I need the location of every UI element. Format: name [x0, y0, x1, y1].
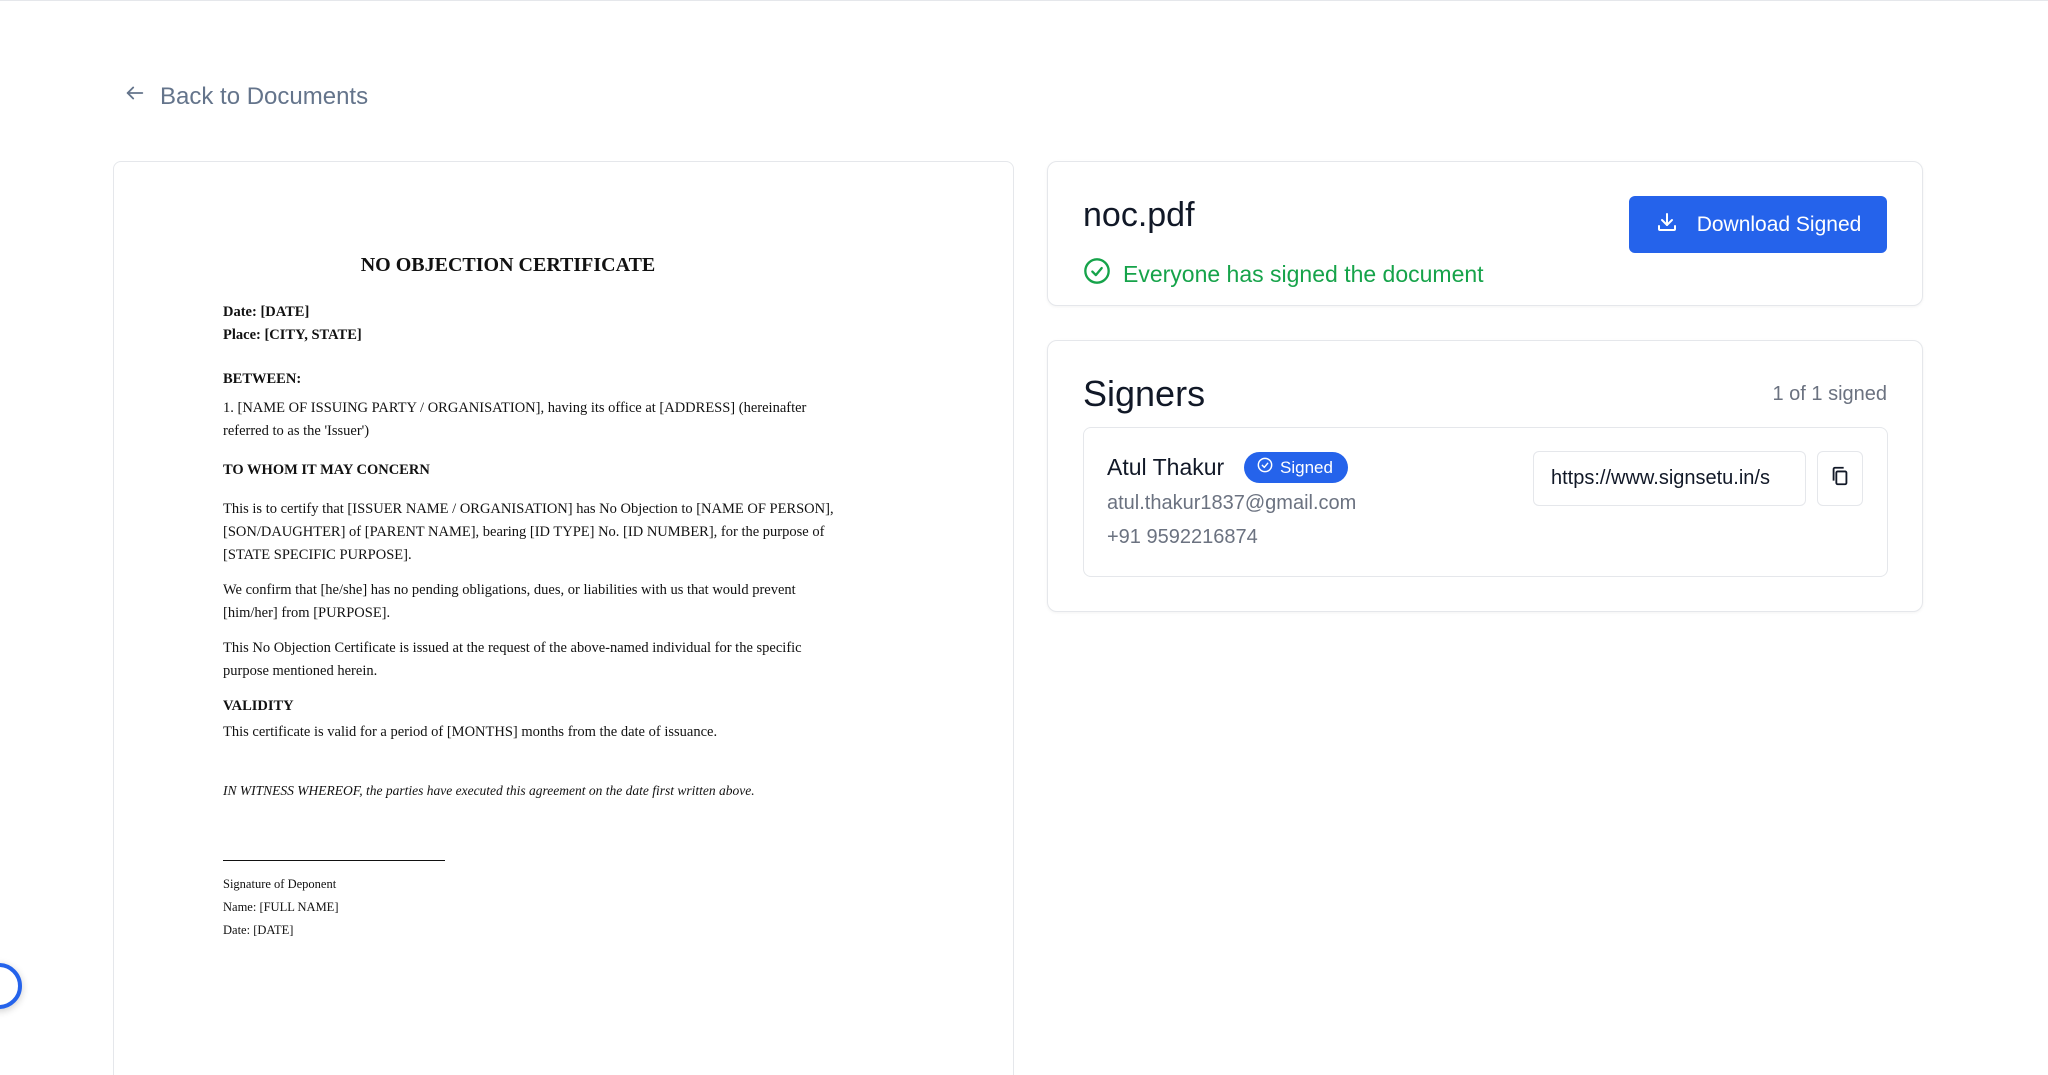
signer-email: atul.thakur1837@gmail.com	[1107, 492, 1357, 514]
doc-witness-text: IN WITNESS WHEREOF, the parties have exe…	[223, 783, 755, 798]
signature-line	[223, 860, 445, 861]
download-icon	[1655, 210, 1679, 240]
signing-link-input[interactable]	[1533, 451, 1806, 506]
document-info-card: noc.pdf Everyone has signed the document…	[1047, 161, 1923, 306]
doc-party-line: referred to as the 'Issuer')	[223, 423, 370, 439]
document-title: NO OBJECTION CERTIFICATE	[360, 254, 656, 276]
doc-paragraph-line: This is to certify that [ISSUER NAME / O…	[223, 501, 834, 517]
floating-widget-button[interactable]	[0, 963, 22, 1009]
check-circle-icon	[1083, 257, 1111, 291]
top-divider	[0, 0, 2048, 1]
doc-date-line: Date: [DATE]	[223, 304, 310, 320]
status-text: Everyone has signed the document	[1123, 260, 1484, 287]
doc-paragraph-line: We confirm that [he/she] has no pending …	[223, 582, 796, 598]
copy-icon	[1829, 465, 1851, 492]
doc-paragraph-line: [SON/DAUGHTER] of [PARENT NAME], bearing…	[223, 524, 825, 540]
doc-signature-name: Name: [FULL NAME]	[223, 900, 339, 914]
doc-between-heading: BETWEEN:	[223, 371, 302, 387]
doc-party-line: 1. [NAME OF ISSUING PARTY / ORGANISATION…	[223, 400, 807, 416]
back-to-documents-link[interactable]: Back to Documents	[124, 82, 368, 111]
doc-signature-date: Date: [DATE]	[223, 923, 294, 937]
signed-count: 1 of 1 signed	[1772, 383, 1887, 405]
document-preview[interactable]: NO OBJECTION CERTIFICATE Date: [DATE] Pl…	[113, 161, 1014, 1075]
doc-paragraph-line: [STATE SPECIFIC PURPOSE].	[223, 547, 412, 563]
doc-validity-text: This certificate is valid for a period o…	[223, 724, 718, 740]
doc-signature-label: Signature of Deponent	[223, 877, 337, 891]
signers-title: Signers	[1083, 373, 1206, 414]
back-link-label: Back to Documents	[160, 82, 369, 110]
badge-label: Signed	[1280, 457, 1333, 477]
signers-card: Signers 1 of 1 signed Atul Thakur Signed…	[1047, 340, 1923, 612]
signing-status: Everyone has signed the document	[1083, 257, 1484, 291]
doc-validity-heading: VALIDITY	[223, 698, 294, 714]
status-badge: Signed	[1244, 452, 1348, 483]
check-circle-icon	[1257, 457, 1273, 478]
arrow-left-icon	[124, 82, 146, 111]
signer-name: Atul Thakur	[1107, 454, 1225, 480]
download-button-label: Download Signed	[1696, 212, 1862, 236]
signer-phone: +91 9592216874	[1107, 526, 1258, 548]
doc-paragraph-line: purpose mentioned herein.	[223, 663, 378, 679]
doc-concern-heading: TO WHOM IT MAY CONCERN	[223, 462, 430, 478]
doc-paragraph-line: This No Objection Certificate is issued …	[223, 640, 802, 656]
file-name: noc.pdf	[1083, 196, 1195, 234]
signer-row: Atul Thakur Signed atul.thakur1837@gmail…	[1083, 427, 1888, 577]
copy-link-button[interactable]	[1817, 451, 1863, 506]
doc-place-line: Place: [CITY, STATE]	[223, 327, 362, 343]
download-signed-button[interactable]: Download Signed	[1629, 196, 1887, 253]
doc-paragraph-line: [him/her] from [PURPOSE].	[223, 605, 391, 621]
